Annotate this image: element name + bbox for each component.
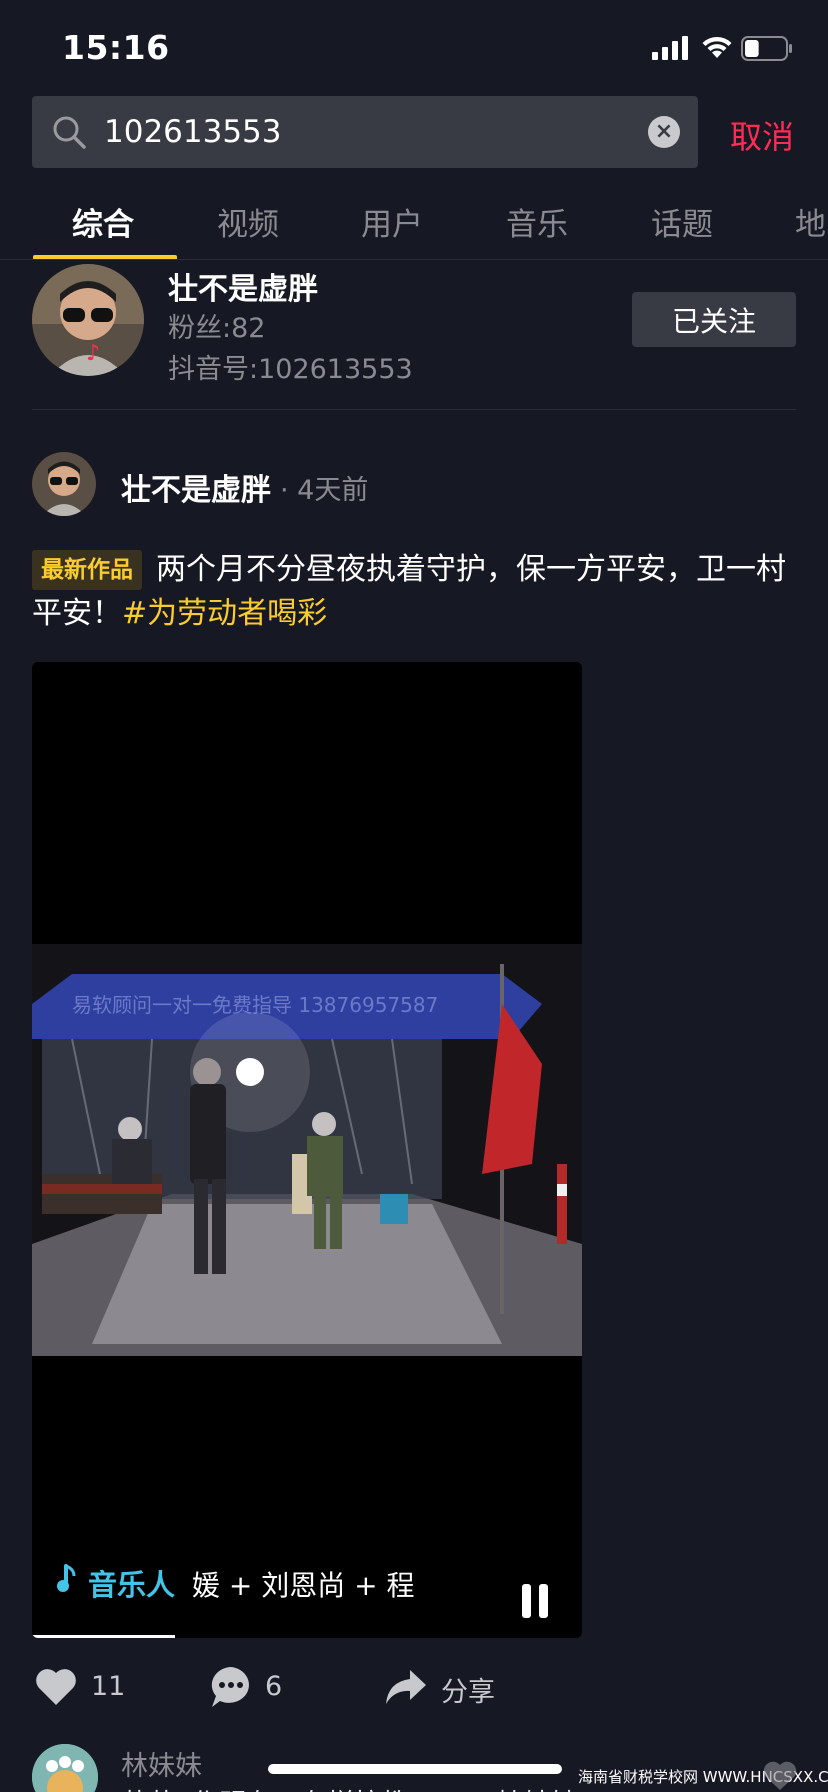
divider bbox=[0, 259, 828, 260]
share-button[interactable]: 分享 bbox=[441, 1670, 495, 1709]
search-icon bbox=[53, 116, 86, 149]
battery-icon bbox=[741, 36, 792, 61]
post-caption[interactable]: 最新作品 两个月不分昼夜执着守护，保一方平安，卫一村平安！#为劳动者喝彩 bbox=[32, 548, 796, 636]
comment-count: 6 bbox=[265, 1671, 283, 1702]
battery-level-fill bbox=[745, 40, 759, 57]
latest-work-badge: 最新作品 bbox=[32, 550, 142, 590]
fans-count: 粉丝:82 bbox=[168, 313, 266, 344]
like-count: 11 bbox=[91, 1671, 126, 1702]
tab-topics[interactable]: 话题 bbox=[651, 199, 713, 244]
hashtag-link[interactable]: #为劳动者喝彩 bbox=[122, 596, 327, 631]
tab-comprehensive[interactable]: 综合 bbox=[72, 199, 134, 244]
cancel-button[interactable]: 取消 bbox=[730, 112, 794, 158]
wifi-icon bbox=[702, 36, 732, 58]
divider bbox=[32, 409, 796, 410]
heart-icon[interactable] bbox=[762, 1760, 798, 1792]
music-note-icon bbox=[57, 1564, 76, 1592]
video-frame: 易软顾问一对一免费指导 13876957587 bbox=[32, 944, 582, 1356]
music-title[interactable]: 媛 + 刘恩尚 + 程 bbox=[192, 1564, 415, 1604]
comment-icon[interactable] bbox=[208, 1664, 254, 1710]
commenter-avatar[interactable] bbox=[32, 1744, 98, 1792]
status-time: 15:16 bbox=[62, 28, 170, 67]
clear-icon[interactable]: × bbox=[648, 116, 680, 148]
music-label[interactable]: 音乐人 bbox=[88, 1562, 175, 1604]
search-input[interactable] bbox=[104, 110, 624, 154]
video-player[interactable]: 易软顾问一对一免费指导 13876957587 音乐人 媛 + 刘恩尚 + 程 bbox=[32, 662, 582, 1638]
share-icon[interactable] bbox=[384, 1668, 428, 1706]
home-indicator bbox=[268, 1764, 562, 1774]
svg-text:♪: ♪ bbox=[86, 341, 100, 366]
video-progress-bar[interactable] bbox=[32, 1635, 175, 1638]
pause-icon[interactable] bbox=[520, 1584, 550, 1618]
followed-button[interactable]: 已关注 bbox=[632, 292, 796, 347]
user-avatar[interactable]: ♪ bbox=[32, 264, 144, 376]
tab-video[interactable]: 视频 bbox=[217, 199, 279, 244]
tab-music[interactable]: 音乐 bbox=[506, 199, 568, 244]
user-name[interactable]: 壮不是虚胖 bbox=[168, 264, 318, 308]
douyin-id: 抖音号:102613553 bbox=[168, 354, 413, 385]
cellular-signal-icon bbox=[652, 36, 688, 60]
post-author-name[interactable]: 壮不是虚胖 bbox=[121, 465, 271, 509]
post-time: · 4天前 bbox=[280, 475, 369, 506]
heart-icon[interactable] bbox=[34, 1667, 78, 1707]
commenter-name[interactable]: 林妹妹 bbox=[121, 1744, 202, 1783]
tab-places[interactable]: 地 bbox=[795, 199, 826, 244]
author-avatar[interactable] bbox=[32, 452, 96, 516]
tab-users[interactable]: 用户 bbox=[361, 199, 423, 244]
